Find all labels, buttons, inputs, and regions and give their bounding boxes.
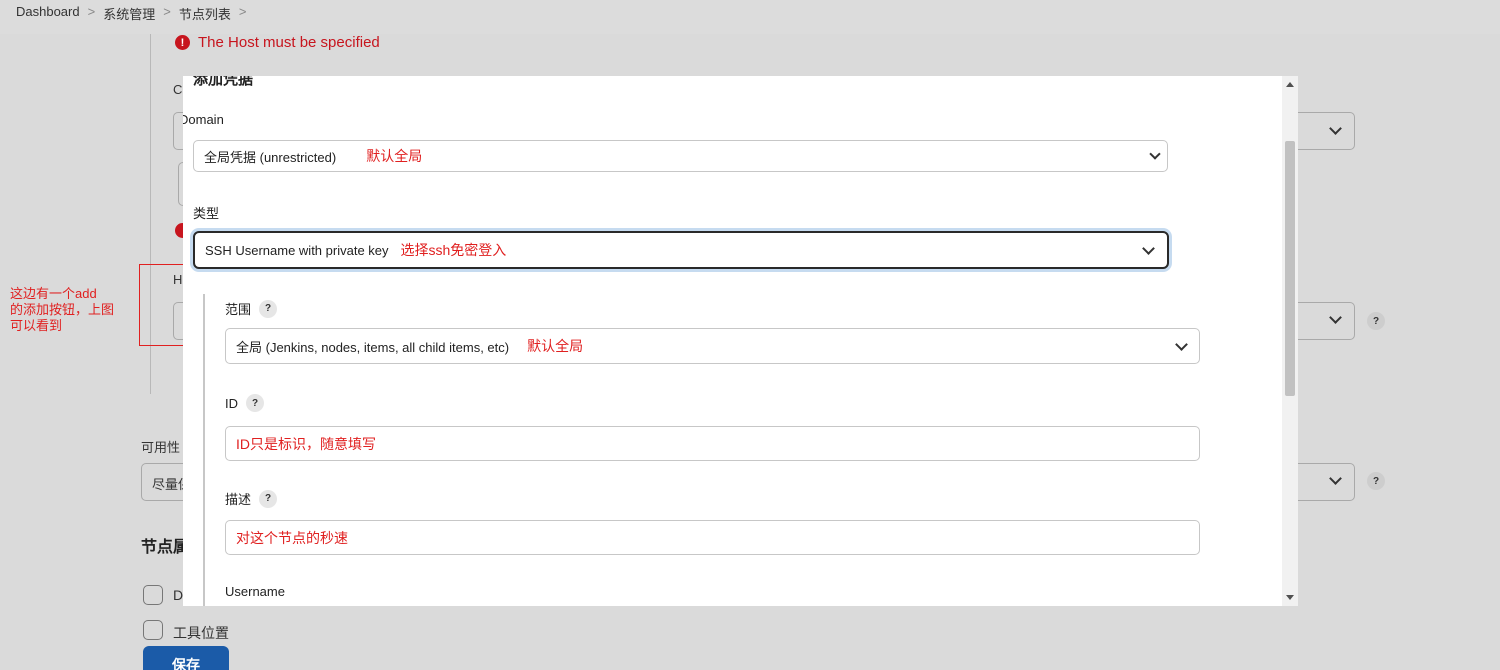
- kind-select[interactable]: SSH Username with private key 选择ssh免密登入: [193, 231, 1169, 269]
- scrollbar-thumb[interactable]: [1285, 141, 1295, 396]
- help-icon[interactable]: ?: [1367, 312, 1385, 330]
- scroll-down-icon[interactable]: [1286, 595, 1294, 600]
- checkbox-disable-deferred[interactable]: [143, 585, 163, 605]
- kind-select-value: SSH Username with private key: [205, 242, 389, 258]
- checkbox-label-d: D: [173, 587, 184, 603]
- breadcrumb-separator-icon: >: [163, 4, 171, 19]
- breadcrumb-separator-icon: >: [238, 4, 247, 19]
- domain-label-text: Domain: [183, 112, 224, 127]
- id-label: ID ?: [225, 394, 264, 412]
- domain-label: Domain: [183, 112, 224, 127]
- checkbox-label-tool-locations: 工具位置: [173, 625, 229, 641]
- help-icon[interactable]: ?: [1367, 472, 1385, 490]
- scope-label-text: 范围: [225, 302, 252, 317]
- scroll-up-icon[interactable]: [1286, 82, 1294, 87]
- host-error-message: ! The Host must be specified: [175, 34, 380, 51]
- id-input-value: ID只是标识，随意填写: [236, 435, 376, 452]
- scope-select[interactable]: 全局 (Jenkins, nodes, items, all child ite…: [225, 328, 1200, 364]
- bg-label-availability: 可用性: [141, 440, 181, 455]
- add-credentials-dialog: 添加凭据 Domain 全局凭据 (unrestricted) 默认全局 类型 …: [183, 76, 1298, 606]
- kind-label-text: 类型: [193, 206, 220, 221]
- breadcrumb-separator-icon: >: [87, 4, 96, 19]
- help-icon[interactable]: ?: [259, 489, 278, 508]
- description-input-value: 对这个节点的秒速: [236, 529, 348, 546]
- kind-label: 类型: [193, 203, 219, 222]
- scope-label: 范围 ?: [225, 299, 278, 318]
- username-label: Username: [225, 584, 285, 599]
- help-icon[interactable]: ?: [259, 299, 278, 318]
- save-button[interactable]: 保存: [143, 646, 229, 670]
- dialog-scrollbar[interactable]: [1282, 76, 1298, 606]
- annotation-box: [139, 264, 184, 346]
- id-input[interactable]: ID只是标识，随意填写: [225, 426, 1200, 461]
- breadcrumb: Dashboard > 系统管理 > 节点列表 >: [0, 0, 1500, 34]
- checkbox-tool-locations[interactable]: [143, 620, 163, 640]
- host-error-text: The Host must be specified: [198, 34, 380, 51]
- scope-note: 默认全局: [527, 338, 584, 354]
- domain-note: 默认全局: [366, 148, 423, 164]
- nested-fields-divider: [203, 294, 205, 606]
- breadcrumb-node-list[interactable]: 节点列表: [179, 4, 231, 34]
- domain-select[interactable]: 全局凭据 (unrestricted) 默认全局: [193, 140, 1168, 172]
- description-label-text: 描述: [225, 492, 252, 507]
- id-label-text: ID: [225, 395, 238, 411]
- username-label-text: Username: [225, 584, 285, 599]
- error-icon: !: [175, 35, 190, 50]
- breadcrumb-system-admin[interactable]: 系统管理: [103, 4, 155, 34]
- description-input[interactable]: 对这个节点的秒速: [225, 520, 1200, 555]
- dialog-title: 添加凭据: [193, 76, 254, 88]
- help-icon[interactable]: ?: [246, 394, 264, 412]
- node-properties-heading: 节点属: [141, 539, 190, 556]
- bg-label-c: C: [173, 82, 183, 97]
- kind-note: 选择ssh免密登入: [400, 242, 507, 258]
- breadcrumb-dashboard[interactable]: Dashboard: [16, 4, 80, 34]
- scope-select-value: 全局 (Jenkins, nodes, items, all child ite…: [236, 339, 510, 355]
- domain-select-value: 全局凭据 (unrestricted): [204, 149, 337, 165]
- description-label: 描述 ?: [225, 489, 278, 508]
- annotation-text: 这边有一个add 的添加按钮，上图 可以看到: [10, 286, 115, 333]
